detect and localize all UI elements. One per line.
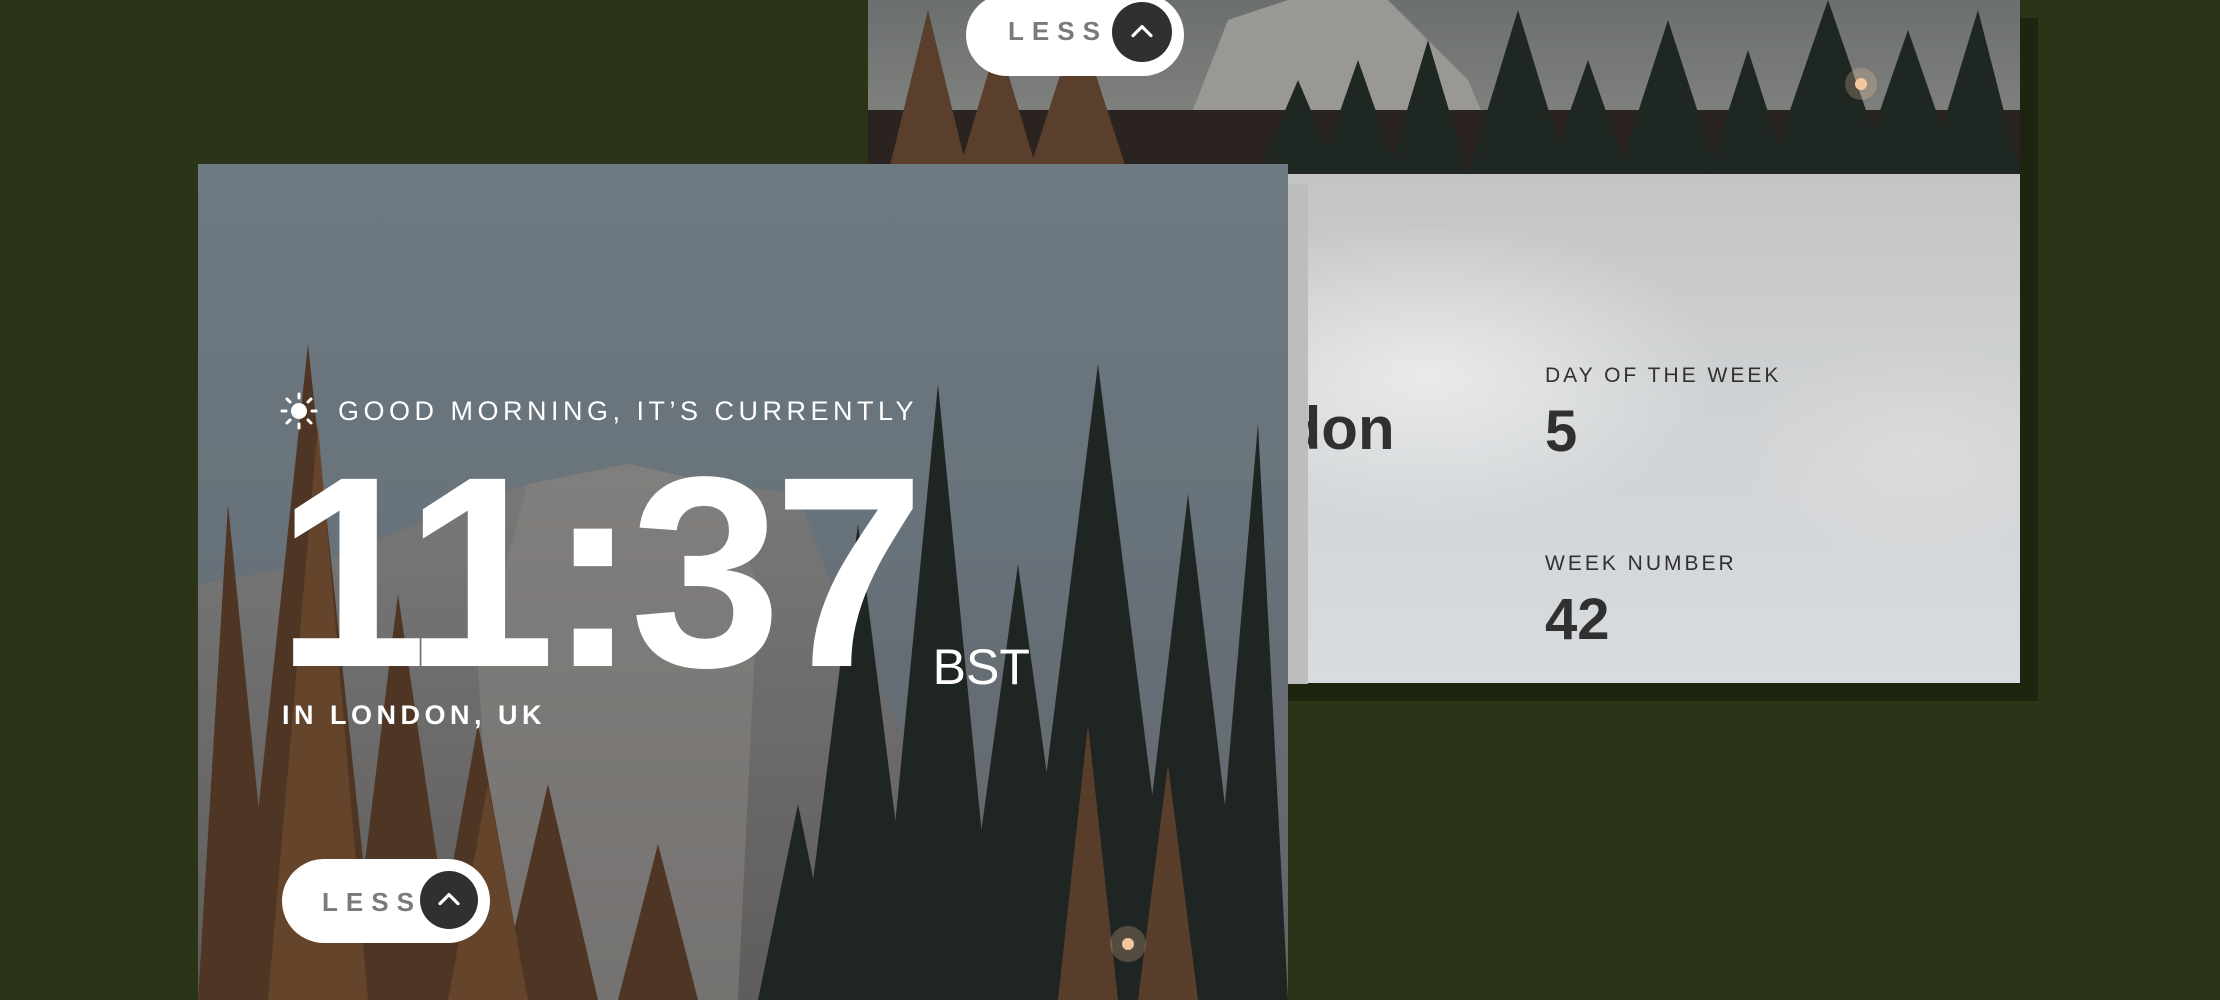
less-button-circle [420, 871, 478, 929]
day-of-week-value: 5 [1545, 399, 1578, 464]
back-hero-image: LESS [868, 0, 2020, 174]
week-number-label: WEEK NUMBER [1545, 552, 1737, 575]
clock-row: 11:37 BST [276, 436, 1030, 708]
back-less-button[interactable]: LESS [966, 0, 1184, 76]
back-less-label: LESS [1008, 16, 1108, 46]
week-number-stat: WEEK NUMBER 42 [1545, 552, 1737, 653]
day-of-week-label: DAY OF THE WEEK [1545, 364, 1782, 387]
less-button[interactable]: LESS [282, 859, 490, 943]
week-number-value: 42 [1545, 587, 1610, 652]
back-less-circle [1112, 2, 1172, 62]
day-of-week-stat: DAY OF THE WEEK 5 [1545, 364, 1781, 465]
location-text: IN LONDON, UK [282, 700, 546, 730]
timezone-abbr: BST [932, 639, 1030, 695]
panel-seam [1288, 184, 1308, 684]
clock-panel: GOOD MORNING, IT’S CURRENTLY 11:37 BST I… [198, 164, 1288, 1000]
current-time: 11:37 [276, 420, 925, 724]
less-button-label: LESS [322, 887, 422, 917]
chevron-up-icon [1131, 25, 1153, 38]
chevron-up-icon [438, 892, 460, 906]
